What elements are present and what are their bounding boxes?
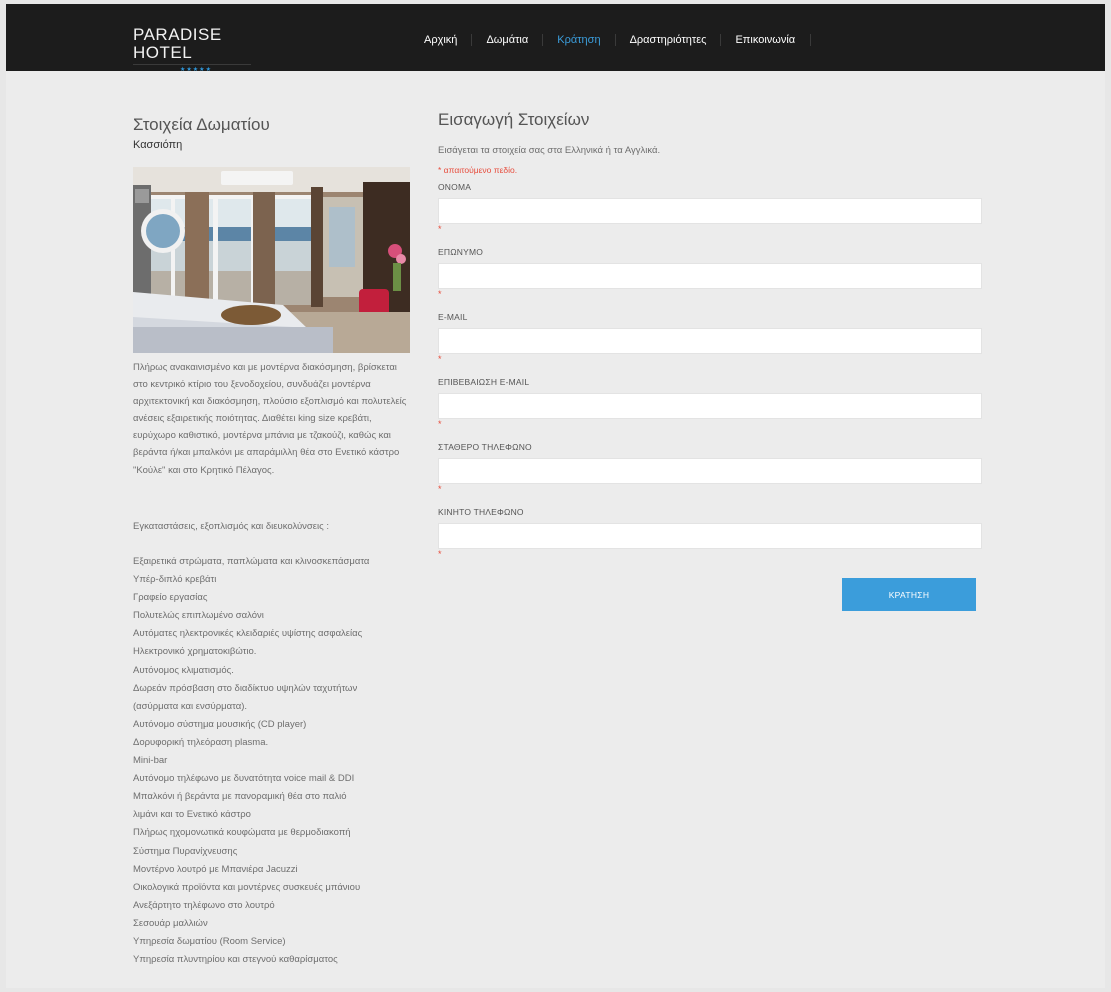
amenity-item: Οικολογικά προϊόντα και μοντέρνες συσκευ… — [133, 881, 361, 893]
amenity-item: Πολυτελώς επιπλωμένο σαλόνι — [133, 610, 264, 622]
required-star: * — [438, 549, 442, 559]
submit-booking-button[interactable]: ΚΡΑΤΗΣΗ — [842, 578, 976, 611]
first-name-input[interactable] — [438, 198, 982, 224]
amenity-item: Μπαλκόνι ή βεράντα με πανοραμική θέα στο… — [133, 791, 347, 803]
amenities-heading: Εγκαταστάσεις, εξοπλισμός και διευκολύνσ… — [133, 521, 329, 532]
amenity-item: Αυτόματες ηλεκτρονικές κλειδαριές υψίστη… — [133, 628, 363, 640]
landline-phone-field: ΣΤΑΘΕΡΟ ΤΗΛΕΦΩΝΟ * — [438, 442, 982, 494]
amenities-list: Εξαιρετικά στρώματα, παπλώματα και κλινο… — [133, 553, 423, 969]
hotel-logo[interactable]: PARADISE HOTEL ★★★★★ — [133, 26, 251, 73]
amenity-item: Μοντέρνο λουτρό με Μπανιέρα Jacuzzi — [133, 863, 298, 875]
mobile-phone-field: ΚΙΝΗΤΟ ΤΗΛΕΦΩΝΟ * — [438, 507, 982, 559]
email-field: E-MAIL * — [438, 312, 982, 364]
top-navigation-bar: PARADISE HOTEL ★★★★★ Αρχική Δωμάτια Κράτ… — [6, 4, 1105, 73]
required-star: * — [438, 224, 442, 234]
amenity-item: Δωρεάν πρόσβαση στο διαδίκτυο υψηλών ταχ… — [133, 682, 358, 694]
email-confirm-field: ΕΠΙΒΕΒΑΙΩΣΗ E-MAIL * — [438, 377, 982, 429]
room-section-title: Στοιχεία Δωματίου — [133, 115, 270, 134]
page: PARADISE HOTEL ★★★★★ Αρχική Δωμάτια Κράτ… — [6, 4, 1105, 988]
landline-phone-input[interactable] — [438, 458, 982, 484]
email-confirm-label: ΕΠΙΒΕΒΑΙΩΣΗ E-MAIL — [438, 377, 530, 387]
email-input[interactable] — [438, 328, 982, 354]
nav-item-activities[interactable]: Δραστηριότητες — [616, 34, 722, 46]
amenity-item: Πλήρως ηχομονωτικά κουφώματα με θερμοδια… — [133, 827, 351, 839]
first-name-field: ΟΝΟΜΑ * — [438, 182, 982, 234]
amenity-item: Αυτόνομο σύστημα μουσικής (CD player) — [133, 718, 307, 730]
amenity-item: Δορυφορική τηλεόραση plasma. — [133, 736, 269, 748]
last-name-field: ΕΠΩΝΥΜΟ * — [438, 247, 982, 299]
room-photo — [133, 167, 410, 353]
main-nav: Αρχική Δωμάτια Κράτηση Δραστηριότητες Επ… — [419, 32, 812, 48]
required-star: * — [438, 354, 442, 364]
form-instructions: Εισάγεται τα στοιχεία σας στα Ελληνικά ή… — [438, 145, 661, 156]
amenity-item: Εξαιρετικά στρώματα, παπλώματα και κλινο… — [133, 556, 370, 567]
last-name-input[interactable] — [438, 263, 982, 289]
room-photo-illustration — [133, 167, 410, 353]
amenity-item: Σύστημα Πυρανίχνευσης — [133, 845, 238, 857]
nav-item-contact[interactable]: Επικοινωνία — [721, 34, 812, 46]
first-name-label: ΟΝΟΜΑ — [438, 182, 472, 192]
room-description: Πλήρως ανακαινισμένο και με μοντέρνα δια… — [133, 362, 407, 476]
mobile-phone-input[interactable] — [438, 523, 982, 549]
amenity-item: Υπηρεσία πλυντηρίου και στεγνού καθαρίσμ… — [133, 954, 338, 966]
form-title: Εισαγωγή Στοιχείων — [438, 110, 590, 129]
email-confirm-input[interactable] — [438, 393, 982, 419]
amenity-item: Mini-bar — [133, 755, 168, 767]
required-star: * — [438, 419, 442, 429]
required-star: * — [438, 484, 442, 494]
required-star: * — [438, 289, 442, 299]
email-label: E-MAIL — [438, 312, 468, 322]
nav-item-booking[interactable]: Κράτηση — [543, 34, 616, 46]
logo-text: PARADISE HOTEL — [133, 25, 222, 62]
amenity-item: Υπέρ-διπλό κρεβάτι — [133, 574, 217, 586]
amenity-item: (ασύρματα και ενσύρματα). — [133, 700, 248, 712]
amenity-item: Γραφείο εργασίας — [133, 592, 208, 604]
landline-phone-label: ΣΤΑΘΕΡΟ ΤΗΛΕΦΩΝΟ — [438, 442, 532, 452]
last-name-label: ΕΠΩΝΥΜΟ — [438, 247, 484, 257]
amenity-item: Σεσουάρ μαλλιών — [133, 917, 208, 929]
amenity-item: λιμάνι και το Ενετικό κάστρο — [133, 809, 251, 821]
room-name: Κασσιόπη — [133, 139, 183, 151]
amenity-item: Αυτόνομο τηλέφωνο με δυνατότητα voice ma… — [133, 773, 355, 785]
mobile-phone-label: ΚΙΝΗΤΟ ΤΗΛΕΦΩΝΟ — [438, 507, 524, 517]
nav-item-rooms[interactable]: Δωμάτια — [472, 34, 544, 46]
amenity-item: Υπηρεσία δωματίου (Room Service) — [133, 935, 286, 947]
amenity-item: Ανεξάρτητο τηλέφωνο στο λουτρό — [133, 899, 275, 911]
nav-item-home[interactable]: Αρχική — [419, 34, 473, 46]
amenity-item: Αυτόνομος κλιματισμός. — [133, 664, 234, 676]
required-field-note: * απαιτούμενο πεδίο. — [438, 165, 518, 175]
amenity-item: Ηλεκτρονικό χρηματοκιβώτιο. — [133, 646, 257, 658]
logo-stars-icon: ★★★★★ — [133, 64, 251, 73]
